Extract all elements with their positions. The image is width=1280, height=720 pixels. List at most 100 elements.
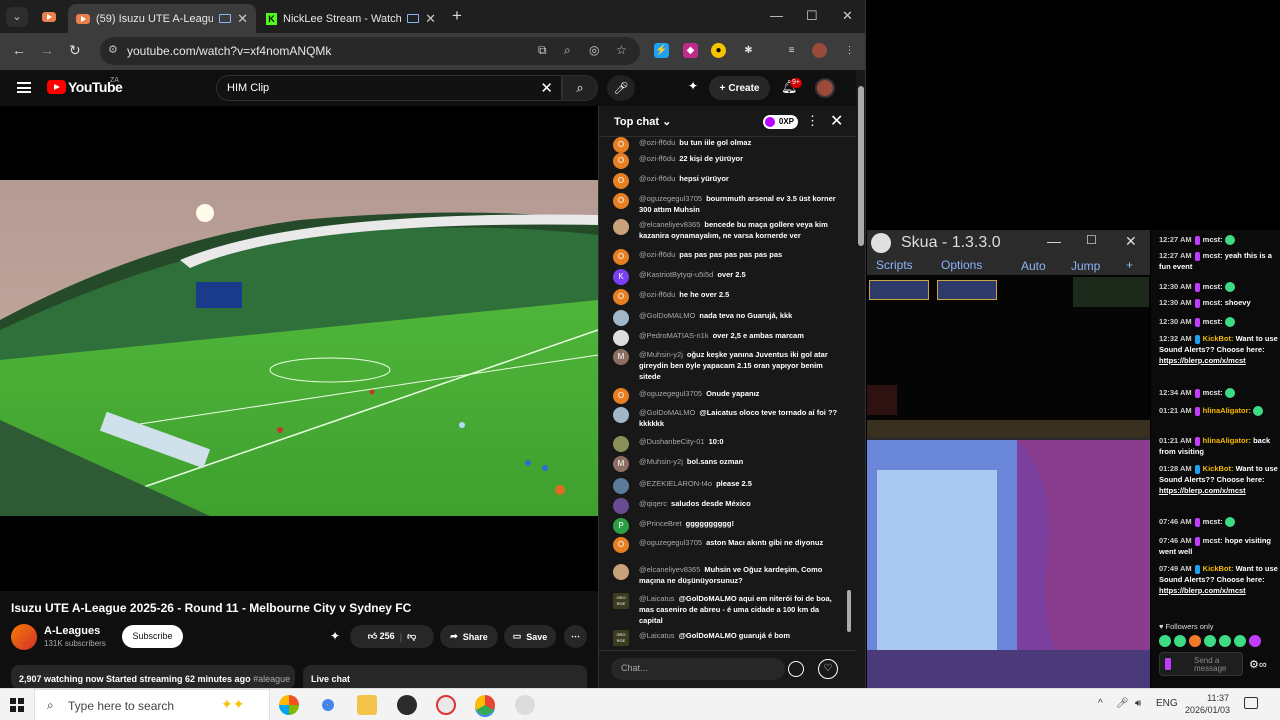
chat-user-avatar[interactable]: M (613, 349, 629, 365)
description-hashtag[interactable]: #aleague (253, 674, 290, 684)
extensions-puzzle-icon[interactable]: ✱ (741, 43, 756, 58)
tab-close-icon[interactable]: ✕ (237, 11, 248, 27)
channel-name[interactable]: A-Leagues (44, 625, 100, 637)
chat-username[interactable]: @elcaneliyev8365 (639, 565, 700, 574)
chat-scrollbar[interactable] (846, 139, 853, 647)
chat-username[interactable]: @oguzegegul3705 (639, 194, 702, 203)
chat-message[interactable]: O @oguzegegul3705 Onude yapanız (613, 388, 839, 404)
chat-username[interactable]: @DushanbeCity-01 (639, 437, 705, 446)
emote-icon[interactable] (1204, 635, 1216, 647)
close-window-button[interactable]: ✕ (842, 8, 853, 24)
chat-user-avatar[interactable] (613, 219, 629, 235)
mic-icon[interactable] (1165, 658, 1171, 670)
taskbar-clock[interactable]: 11:37 2026/01/03 (1185, 692, 1230, 716)
kick-username[interactable]: KickBot: (1203, 564, 1234, 573)
chat-user-avatar[interactable]: K (613, 269, 629, 285)
bookmark-star-icon[interactable]: ☆ (616, 43, 627, 57)
chat-username[interactable]: @Laicatus (639, 594, 675, 603)
chat-scroll-thumb[interactable] (847, 590, 851, 632)
kick-message-input[interactable]: Send a message (1159, 652, 1243, 676)
chat-message[interactable]: @qiqerc saludos desde México (613, 498, 839, 514)
chat-message[interactable]: O @oguzegegul3705 bournmuth arsenal ev 3.5… (613, 193, 839, 215)
chat-message[interactable]: O @ozi-ff6du 22 kişi de yürüyor (613, 153, 839, 169)
chat-message[interactable]: P @PrinceBret gggggggggg! (613, 518, 839, 534)
subscribe-button[interactable]: Subscribe (122, 625, 183, 648)
kick-username[interactable]: hlinaAligator: (1203, 436, 1251, 445)
microphone-tray-icon[interactable]: 🎤︎ (1116, 698, 1129, 709)
like-button[interactable]: 👍︎ 256 (368, 631, 395, 642)
chat-settings-icon[interactable]: ⚙∞ (1249, 658, 1267, 671)
site-info-icon[interactable]: ⚙ (108, 43, 122, 57)
kick-chat-message[interactable]: 12:30 AM mcst: (1159, 281, 1279, 293)
tracking-icon[interactable]: ◎ (589, 43, 599, 57)
chat-username[interactable]: @ozi-ff6du (639, 154, 675, 163)
new-tab-button[interactable]: + (452, 6, 462, 26)
forward-button[interactable]: → (40, 42, 54, 58)
chat-user-avatar[interactable] (613, 310, 629, 326)
profile-avatar[interactable] (812, 43, 827, 58)
chrome-active-icon[interactable] (475, 695, 495, 715)
kick-chat-message[interactable]: 01:28 AM KickBot: Want to use Sound Alert… (1159, 463, 1279, 496)
pinned-tab-youtube[interactable] (38, 7, 60, 27)
windows-start-icon[interactable] (10, 698, 24, 712)
account-avatar[interactable] (815, 78, 835, 98)
chat-message[interactable]: GRO RGE @Laicatus @GolDoMALMO aqui em nite… (613, 593, 839, 626)
voice-search-button[interactable]: 🎤︎ (607, 75, 635, 101)
emote-icon[interactable] (1189, 635, 1201, 647)
skua-menu-auto[interactable]: Auto (1021, 259, 1046, 273)
chat-username[interactable]: @KastriotBytyqi-u5i5d (639, 270, 713, 279)
kick-message-link[interactable]: https://blerp.com/x/mcst (1159, 486, 1246, 495)
game-action-bar[interactable] (867, 420, 1150, 437)
file-explorer-icon[interactable] (357, 695, 377, 715)
dislike-button[interactable]: 👎︎ (407, 631, 416, 642)
kick-chat-message[interactable]: 01:21 AM hlinaAligator: back from visitin… (1159, 435, 1279, 457)
notifications-icon[interactable] (1244, 697, 1258, 709)
emote-icon[interactable] (1174, 635, 1186, 647)
emote-icon[interactable] (1159, 635, 1171, 647)
chat-user-avatar[interactable] (613, 498, 629, 514)
kick-username[interactable]: mcst: (1203, 317, 1223, 326)
kick-username[interactable]: KickBot: (1203, 464, 1234, 473)
chat-username[interactable]: @PrinceBret (639, 519, 682, 528)
heart-reaction-icon[interactable]: ♡ (818, 659, 838, 679)
chat-message[interactable]: K @KastriotBytyqi-u5i5d over 2.5 (613, 269, 839, 285)
extension-icon[interactable]: ◆ (683, 43, 698, 58)
kick-chat-message[interactable]: 07:46 AM mcst: (1159, 516, 1279, 528)
chat-username[interactable]: @ozi-ff6du (639, 250, 675, 259)
search-button[interactable]: ⌕ (562, 75, 598, 101)
create-button[interactable]: + Create (709, 76, 770, 100)
skua-close-button[interactable]: ✕ (1125, 233, 1137, 250)
points-badge[interactable]: 0XP (763, 115, 798, 129)
minimize-button[interactable]: — (770, 8, 783, 23)
kick-username[interactable]: mcst: (1203, 536, 1223, 545)
chat-username[interactable]: @GolDoMALMO (639, 311, 695, 320)
kick-chat-message[interactable]: 07:49 AM KickBot: Want to use Sound Alert… (1159, 563, 1279, 596)
emoji-icon[interactable] (788, 661, 804, 677)
gemini-ask-icon[interactable]: ✦ (330, 629, 340, 643)
skua-menu-scripts[interactable]: Scripts (876, 258, 913, 272)
video-player[interactable] (0, 106, 598, 591)
emote-icon[interactable] (1219, 635, 1231, 647)
kick-chat-message[interactable]: 07:46 AM mcst: hope visiting went well (1159, 535, 1279, 557)
kick-username[interactable]: mcst: (1203, 517, 1223, 526)
chat-message[interactable]: @elcaneliyev8365 bencede bu maça gollere … (613, 219, 839, 241)
emote-icon[interactable] (1234, 635, 1246, 647)
skua-taskbar-icon[interactable] (515, 695, 535, 715)
kick-username[interactable]: mcst: (1203, 388, 1223, 397)
chat-message[interactable]: O @ozi-ff6du hepsi yürüyor (613, 173, 839, 189)
address-bar[interactable]: ⚙ youtube.com/watch?v=xf4nomANQMk ⧉ ⌕ ◎ … (100, 37, 640, 65)
chat-message[interactable]: @EZEKIELARON-t4o please 2.5 (613, 478, 839, 494)
chat-username[interactable]: @GolDoMALMO (639, 408, 695, 417)
gemini-icon[interactable]: ✦ (688, 79, 698, 93)
hamburger-menu-icon[interactable] (17, 82, 31, 93)
page-scroll-thumb[interactable] (858, 86, 864, 246)
kick-chat-message[interactable]: 01:21 AM hlinaAligator: (1159, 405, 1279, 417)
zoom-icon[interactable]: ⌕ (564, 43, 571, 58)
chat-message[interactable]: O @ozi-ff6du bu tun iile gol olmaz (613, 137, 839, 153)
skua-minimize-button[interactable]: — (1047, 233, 1061, 249)
kick-username[interactable]: mcst: (1203, 298, 1223, 307)
chat-user-avatar[interactable]: O (613, 173, 629, 189)
chat-message[interactable]: O @ozi-ff6du he he over 2.5 (613, 289, 839, 305)
taskbar-search-box[interactable]: ⌕ Type here to search ✦✦ (34, 689, 270, 720)
close-chat-icon[interactable]: ✕ (830, 111, 843, 131)
